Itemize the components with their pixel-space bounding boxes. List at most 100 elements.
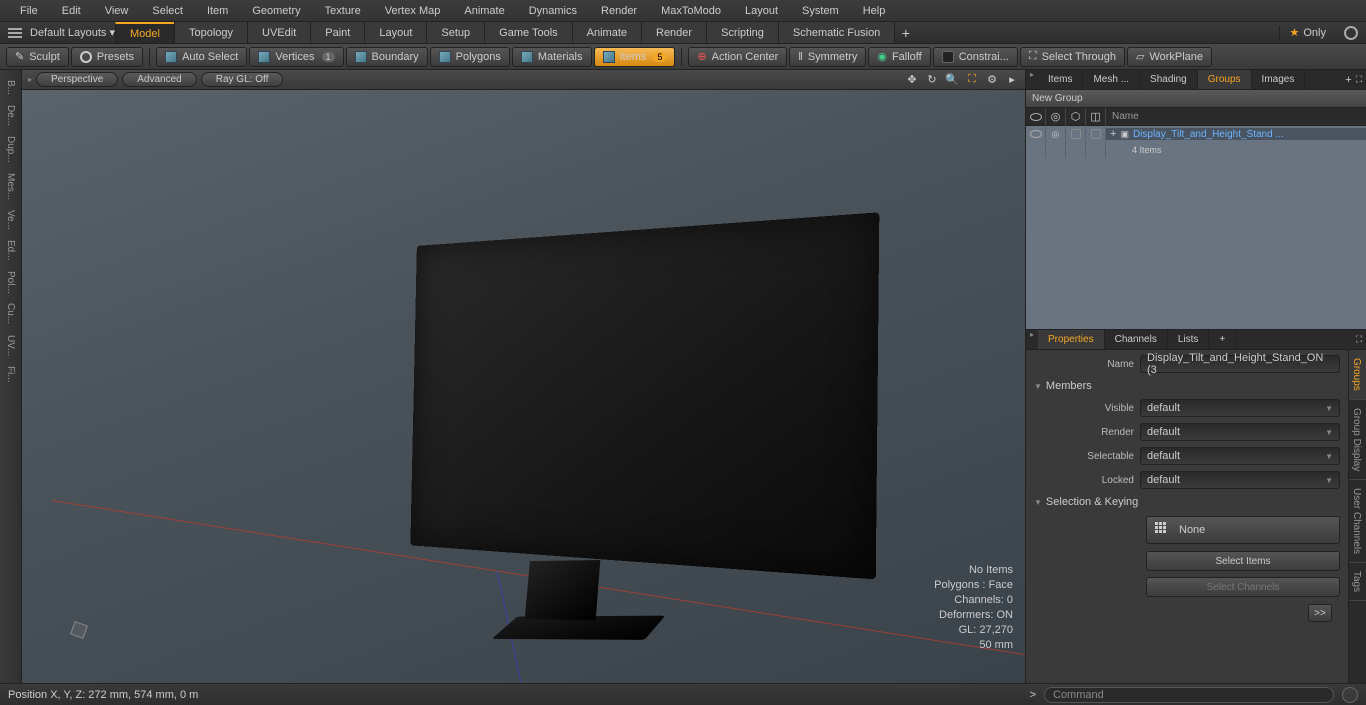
falloff-button[interactable]: ◉Falloff (868, 47, 930, 67)
treetab-mesh[interactable]: Mesh ... (1083, 70, 1140, 89)
actioncenter-button[interactable]: ⊕Action Center (688, 47, 787, 67)
perspective-dropdown[interactable]: Perspective (36, 72, 118, 87)
polygons-button[interactable]: Polygons (430, 47, 510, 67)
sidetab-userchannels[interactable]: User Channels (1349, 480, 1366, 563)
tree-item-name[interactable]: Display_Tilt_and_Height_Stand ... (1133, 129, 1284, 140)
proptab-lists[interactable]: Lists (1168, 330, 1210, 349)
orbit-icon[interactable]: ↻ (925, 73, 939, 87)
name-column-header[interactable]: Name (1106, 111, 1366, 122)
selection-keying-section[interactable]: ▼Selection & Keying (1026, 492, 1348, 512)
menu-animate[interactable]: Animate (452, 5, 516, 17)
menu-select[interactable]: Select (140, 5, 195, 17)
gear-icon[interactable] (1344, 26, 1358, 40)
menu-system[interactable]: System (790, 5, 851, 17)
tab-schematic[interactable]: Schematic Fusion (778, 22, 894, 43)
autoselect-button[interactable]: Auto Select (156, 47, 247, 67)
lock-icon[interactable]: ⬡ (1071, 110, 1081, 123)
proptab-channels[interactable]: Channels (1105, 330, 1168, 349)
advanced-dropdown[interactable]: Advanced (122, 72, 196, 87)
items-button[interactable]: Items5 (594, 47, 676, 67)
add-icon[interactable]: + (1345, 74, 1351, 86)
constrain-button[interactable]: Constrai... (933, 47, 1018, 67)
default-layouts-dropdown[interactable]: Default Layouts ▾ (30, 26, 115, 39)
treetab-groups[interactable]: Groups (1198, 70, 1252, 89)
tab-layout[interactable]: Layout (364, 22, 426, 43)
tab-scripting[interactable]: Scripting (706, 22, 778, 43)
selectable-dropdown[interactable]: default▼ (1140, 447, 1340, 465)
zoom-icon[interactable]: 🔍 (945, 73, 959, 87)
proptab-add[interactable]: + (1209, 330, 1236, 349)
pan-icon[interactable]: ✥ (905, 73, 919, 87)
sculpt-button[interactable]: ✎Sculpt (6, 47, 69, 67)
menu-item[interactable]: Item (195, 5, 240, 17)
menu-render[interactable]: Render (589, 5, 649, 17)
members-section[interactable]: ▼Members (1026, 376, 1348, 396)
next-icon[interactable]: ▸ (1005, 73, 1019, 87)
hamburger-icon[interactable] (8, 28, 22, 38)
menu-texture[interactable]: Texture (313, 5, 373, 17)
tab-paint[interactable]: Paint (310, 22, 364, 43)
treetab-shading[interactable]: Shading (1140, 70, 1198, 89)
menu-file[interactable]: File (8, 5, 50, 17)
menu-geometry[interactable]: Geometry (240, 5, 312, 17)
gear-icon[interactable]: ⚙ (985, 73, 999, 87)
record-button[interactable] (1342, 687, 1358, 703)
locked-dropdown[interactable]: default▼ (1140, 471, 1340, 489)
sidetab-tags[interactable]: Tags (1349, 563, 1366, 601)
axis-widget[interactable] (72, 623, 102, 653)
tree-menu-icon[interactable]: ▸ (1026, 70, 1038, 89)
more-button[interactable]: >> (1308, 604, 1332, 622)
menu-maxtomodo[interactable]: MaxToModo (649, 5, 733, 17)
lefttab-2[interactable]: Dup... (3, 132, 18, 167)
target-icon[interactable]: ◎ (1052, 129, 1060, 140)
checkbox[interactable] (1091, 129, 1101, 139)
lefttab-1[interactable]: De... (3, 101, 18, 130)
lefttab-7[interactable]: Cu... (3, 299, 18, 328)
menu-help[interactable]: Help (851, 5, 898, 17)
render-dropdown[interactable]: default▼ (1140, 423, 1340, 441)
only-toggle[interactable]: ★ Only (1279, 26, 1337, 39)
expand-icon[interactable]: ⛶ (1356, 334, 1362, 345)
proptab-properties[interactable]: Properties (1038, 330, 1105, 349)
menu-dynamics[interactable]: Dynamics (517, 5, 589, 17)
raygl-dropdown[interactable]: Ray GL: Off (201, 72, 284, 87)
none-button[interactable]: None (1146, 516, 1340, 544)
eye-icon[interactable] (1030, 113, 1042, 121)
tab-animate[interactable]: Animate (572, 22, 641, 43)
tree-body[interactable]: ◎ + ▣ Display_Tilt_and_Height_Stand ... … (1026, 126, 1366, 329)
lefttab-0[interactable]: B... (3, 76, 18, 99)
color-icon[interactable]: ◫ (1090, 110, 1100, 123)
lefttab-8[interactable]: UV... (3, 331, 18, 360)
treetab-images[interactable]: Images (1252, 70, 1306, 89)
tab-uvedit[interactable]: UVEdit (247, 22, 310, 43)
menu-view[interactable]: View (93, 5, 141, 17)
checkbox[interactable] (1071, 129, 1081, 139)
lefttab-3[interactable]: Mes... (3, 169, 18, 204)
expand-icon[interactable]: ⛶ (1356, 74, 1362, 85)
symmetry-button[interactable]: ‖Symmetry (789, 47, 866, 67)
select-items-button[interactable]: Select Items (1146, 551, 1340, 571)
lefttab-4[interactable]: Ve... (3, 206, 18, 234)
props-menu-icon[interactable]: ▸ (1026, 330, 1038, 349)
viewport-menu-icon[interactable]: ▸ (28, 75, 32, 84)
workplane-button[interactable]: ▱WorkPlane (1127, 47, 1212, 67)
eye-icon[interactable] (1030, 130, 1042, 138)
menu-layout[interactable]: Layout (733, 5, 790, 17)
materials-button[interactable]: Materials (512, 47, 592, 67)
new-group-button[interactable]: New Group (1026, 90, 1366, 108)
expand-icon[interactable]: + (1110, 128, 1116, 140)
name-field[interactable]: Display_Tilt_and_Height_Stand_ON (3 (1140, 355, 1340, 373)
sidetab-groups[interactable]: Groups (1349, 350, 1366, 400)
tab-render[interactable]: Render (641, 22, 706, 43)
tab-model[interactable]: Model (115, 22, 174, 43)
lefttab-6[interactable]: Pol... (3, 267, 18, 298)
tab-topology[interactable]: Topology (174, 22, 247, 43)
lefttab-5[interactable]: Ed... (3, 236, 18, 265)
maximize-icon[interactable]: ⛶ (965, 73, 979, 87)
tab-gametools[interactable]: Game Tools (484, 22, 572, 43)
selectthrough-button[interactable]: ⛶Select Through (1020, 47, 1125, 67)
treetab-items[interactable]: Items (1038, 70, 1083, 89)
tree-row[interactable]: ◎ + ▣ Display_Tilt_and_Height_Stand ... (1026, 126, 1366, 142)
viewport-3d[interactable]: No Items Polygons : Face Channels: 0 Def… (22, 90, 1025, 683)
visible-dropdown[interactable]: default▼ (1140, 399, 1340, 417)
